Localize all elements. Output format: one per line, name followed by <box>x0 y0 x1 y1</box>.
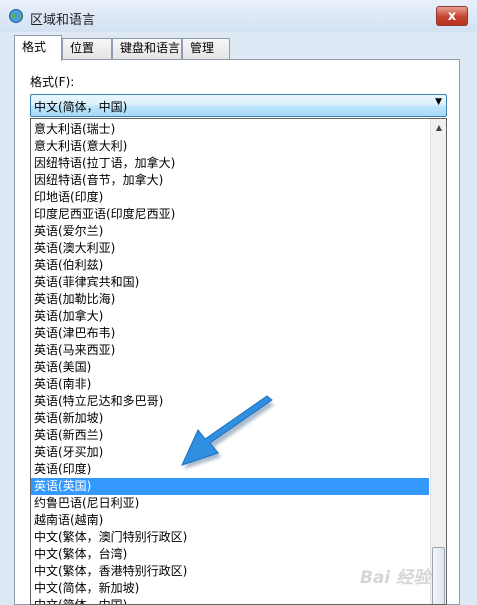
list-item[interactable]: 因纽特语(音节，加拿大) <box>31 172 429 189</box>
format-selected-value: 中文(简体，中国) <box>34 100 128 114</box>
tab-administrative[interactable]: 管理 <box>182 38 230 59</box>
title-bar: 区域和语言 x <box>0 0 477 32</box>
list-item[interactable]: 英语(爱尔兰) <box>31 223 429 240</box>
list-item[interactable]: 越南语(越南) <box>31 512 429 529</box>
list-item[interactable]: 英语(新西兰) <box>31 427 429 444</box>
scroll-up-icon[interactable]: ▲ <box>431 120 446 136</box>
list-item[interactable]: 英语(特立尼达和多巴哥) <box>31 393 429 410</box>
chevron-down-icon[interactable]: ▼ <box>435 97 442 107</box>
list-item[interactable]: 英语(新加坡) <box>31 410 429 427</box>
list-item[interactable]: 英语(美国) <box>31 359 429 376</box>
list-item[interactable]: 中文(繁体，台湾) <box>31 546 429 563</box>
vertical-scrollbar[interactable]: ▲ <box>430 119 446 604</box>
tab-format[interactable]: 格式 <box>14 35 62 61</box>
list-item[interactable]: 意大利语(瑞士) <box>31 121 429 138</box>
format-label: 格式(F): <box>30 75 75 89</box>
list-item[interactable]: 中文(繁体，澳门特别行政区) <box>31 529 429 546</box>
list-item[interactable]: 约鲁巴语(尼日利亚) <box>31 495 429 512</box>
list-item[interactable]: 英语(菲律宾共和国) <box>31 274 429 291</box>
window-title: 区域和语言 <box>30 13 96 28</box>
watermark: Bai 经验 <box>360 568 431 588</box>
list-item[interactable]: 英语(澳大利亚) <box>31 240 429 257</box>
list-item-selected[interactable]: 英语(英国) <box>31 478 429 495</box>
list-item[interactable]: 英语(马来西亚) <box>31 342 429 359</box>
list-item[interactable]: 印地语(印度) <box>31 189 429 206</box>
list-item[interactable]: 英语(加拿大) <box>31 308 429 325</box>
list-item[interactable]: 意大利语(意大利) <box>31 138 429 155</box>
list-item[interactable]: 英语(印度) <box>31 461 429 478</box>
tab-keyboards-languages[interactable]: 键盘和语言 <box>112 38 182 59</box>
close-button[interactable]: x <box>436 6 468 26</box>
list-item[interactable]: 英语(加勒比海) <box>31 291 429 308</box>
list-item[interactable]: 因纽特语(拉丁语，加拿大) <box>31 155 429 172</box>
list-item[interactable]: 英语(津巴布韦) <box>31 325 429 342</box>
list-item[interactable]: 英语(牙买加) <box>31 444 429 461</box>
list-item[interactable]: 英语(伯利兹) <box>31 257 429 274</box>
list-item[interactable]: 印度尼西亚语(印度尼西亚) <box>31 206 429 223</box>
format-dropdown-list[interactable]: 意大利语(瑞士) 意大利语(意大利) 因纽特语(拉丁语，加拿大) 因纽特语(音节，加拿… <box>30 118 447 605</box>
format-combobox[interactable]: 中文(简体，中国) ▼ <box>30 94 447 117</box>
globe-icon <box>9 9 23 23</box>
list-item[interactable]: 英语(南非) <box>31 376 429 393</box>
tab-location[interactable]: 位置 <box>62 38 112 59</box>
scroll-thumb[interactable] <box>432 547 445 604</box>
list-item[interactable]: 中文(简体，中国) <box>31 597 429 604</box>
